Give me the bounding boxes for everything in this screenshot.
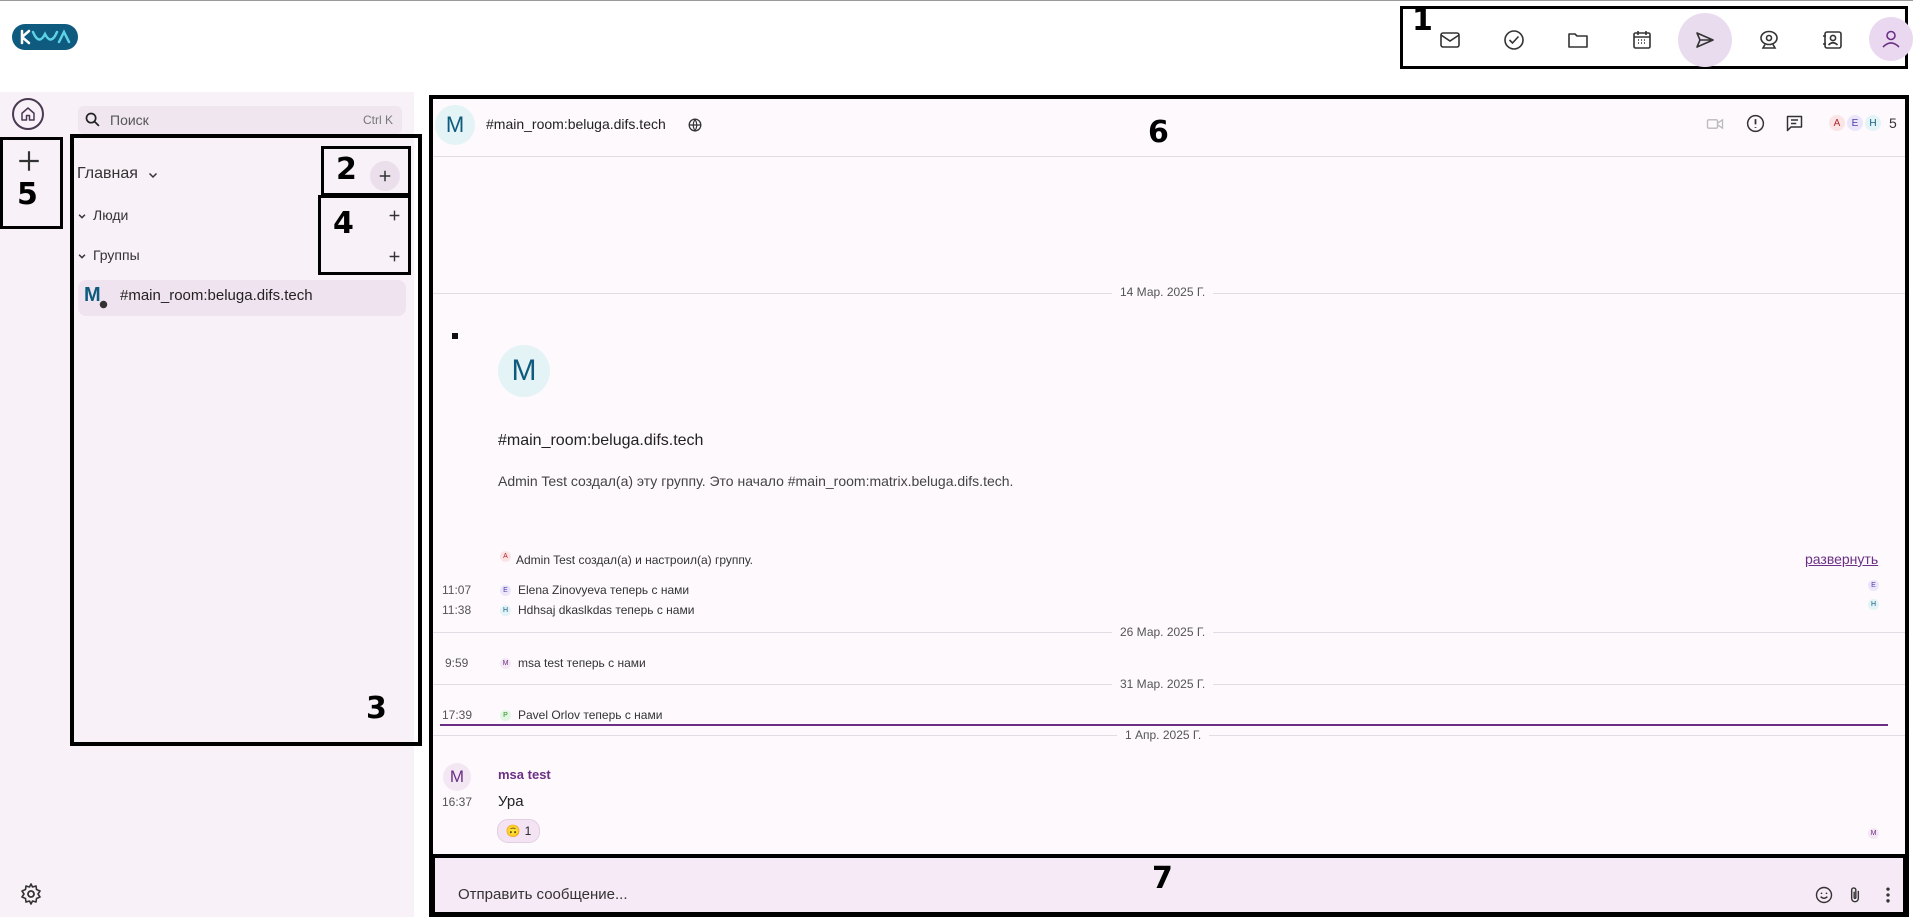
annotation-2: 2 xyxy=(336,152,357,187)
folder-icon xyxy=(1568,33,1588,48)
event-avatar: H xyxy=(500,605,511,616)
home-button[interactable] xyxy=(12,98,44,130)
settings-button[interactable] xyxy=(19,882,43,911)
member-avatar: H xyxy=(1865,115,1881,131)
room-info-icon[interactable] xyxy=(1745,113,1766,134)
search-icon xyxy=(85,112,100,127)
create-room-button[interactable] xyxy=(370,161,400,191)
member-avatars[interactable]: A E H xyxy=(1829,115,1881,131)
chevron-down-icon[interactable] xyxy=(77,251,87,261)
room-title[interactable]: #main_room:beluga.difs.tech xyxy=(486,116,666,132)
message-body: Ура xyxy=(498,793,524,810)
reaction-emoji: 🙃 xyxy=(505,824,521,838)
event-avatar: P xyxy=(500,710,511,721)
reaction-chip[interactable]: 🙃 1 xyxy=(497,819,540,843)
message-time: 16:37 xyxy=(442,795,473,809)
user-avatar-button[interactable] xyxy=(1869,17,1913,61)
member-joined-event: Pavel Orlov теперь с нами xyxy=(518,708,663,722)
member-joined-event: Elena Zinovyeva теперь с нами xyxy=(518,583,690,597)
add-group-plus-icon[interactable] xyxy=(388,250,401,263)
event-avatar: A xyxy=(500,551,511,562)
room-intro-avatar: M xyxy=(498,345,550,397)
home-section-title[interactable]: Главная xyxy=(77,165,138,183)
globe-icon xyxy=(99,300,108,309)
annotation-5: 5 xyxy=(17,177,38,212)
threads-icon[interactable] xyxy=(1784,113,1805,134)
expand-link[interactable]: развернуть xyxy=(1805,551,1878,567)
event-time: 11:07 xyxy=(442,583,472,597)
attachment-icon[interactable] xyxy=(1845,885,1865,905)
calendar-icon xyxy=(1633,31,1651,49)
member-count[interactable]: 5 xyxy=(1889,115,1897,131)
video-call-button[interactable] xyxy=(1742,13,1796,67)
date-label: 31 Мар. 2025 Г. xyxy=(1112,677,1214,691)
groups-section-title[interactable]: Группы xyxy=(93,247,140,263)
annotation-3: 3 xyxy=(366,691,387,726)
message-input[interactable]: Отправить сообщение... xyxy=(458,886,628,903)
add-person-plus-icon[interactable] xyxy=(388,209,401,222)
event-avatar: E xyxy=(500,585,511,596)
event-time: 9:59 xyxy=(445,656,469,670)
event-avatar: M xyxy=(500,658,511,669)
globe-icon xyxy=(688,118,702,132)
member-joined-event: msa test теперь с нами xyxy=(518,656,646,670)
add-space-button[interactable] xyxy=(16,148,42,180)
top-border xyxy=(0,0,1913,1)
contacts-button[interactable] xyxy=(1806,13,1860,67)
read-receipt: H xyxy=(1868,599,1879,610)
event-time: 17:39 xyxy=(442,708,473,722)
read-receipt: E xyxy=(1868,580,1879,591)
event-time: 11:38 xyxy=(442,603,472,617)
room-header-avatar[interactable]: M xyxy=(435,105,475,145)
date-label: 1 Апр. 2025 Г. xyxy=(1117,728,1210,742)
annotation-7: 7 xyxy=(1152,861,1173,896)
messenger-button[interactable] xyxy=(1678,13,1732,67)
send-icon xyxy=(1696,32,1714,48)
plus-icon xyxy=(379,170,391,182)
room-intro-title: #main_room:beluga.difs.tech xyxy=(498,432,704,449)
chevron-down-icon[interactable] xyxy=(147,169,159,181)
sender-avatar[interactable]: M xyxy=(443,763,471,791)
chevron-down-icon[interactable] xyxy=(77,211,87,221)
calendar-button[interactable] xyxy=(1615,13,1669,67)
member-avatar: A xyxy=(1829,115,1845,131)
logo-icon xyxy=(20,29,71,45)
read-marker-line xyxy=(440,724,1888,726)
date-label: 14 Мар. 2025 Г. xyxy=(1112,285,1214,299)
sidebar-room-name: #main_room:beluga.difs.tech xyxy=(120,287,313,304)
mail-icon xyxy=(1440,32,1460,48)
created-event-text: Admin Test создал(а) и настроил(а) групп… xyxy=(516,553,753,567)
annotation-1: 1 xyxy=(1412,3,1433,38)
date-label: 26 Мар. 2025 Г. xyxy=(1112,625,1214,639)
files-button[interactable] xyxy=(1551,13,1605,67)
people-section-title[interactable]: Люди xyxy=(93,207,128,223)
annotation-box-4 xyxy=(318,195,411,275)
user-avatar-icon xyxy=(1882,30,1900,48)
bullet-marker xyxy=(452,333,458,339)
annotation-4: 4 xyxy=(333,206,354,241)
room-intro-text: Admin Test создал(а) эту группу. Это нач… xyxy=(498,473,1014,489)
top-toolbar xyxy=(1400,6,1913,69)
tasks-button[interactable] xyxy=(1487,13,1541,67)
member-avatar: E xyxy=(1847,115,1863,131)
read-receipt: M xyxy=(1868,828,1879,839)
member-joined-event: Hdhsaj dkaslkdas теперь с нами xyxy=(518,603,695,617)
webcam-icon xyxy=(1760,30,1778,49)
annotation-6: 6 xyxy=(1148,115,1169,150)
header-divider xyxy=(433,156,1905,157)
search-placeholder: Поиск xyxy=(110,112,149,128)
app-logo[interactable] xyxy=(12,24,78,50)
more-options-icon[interactable] xyxy=(1878,885,1898,905)
sender-name[interactable]: msa test xyxy=(498,767,551,782)
tasks-icon xyxy=(1504,30,1524,50)
search-shortcut: Ctrl K xyxy=(363,113,393,127)
plus-icon xyxy=(19,151,39,171)
contacts-icon xyxy=(1823,31,1842,49)
emoji-icon[interactable] xyxy=(1814,885,1834,905)
home-icon xyxy=(21,107,35,121)
reaction-count: 1 xyxy=(524,824,532,838)
video-call-icon[interactable] xyxy=(1705,114,1725,134)
gear-icon xyxy=(21,883,41,905)
room-view xyxy=(429,95,1909,917)
